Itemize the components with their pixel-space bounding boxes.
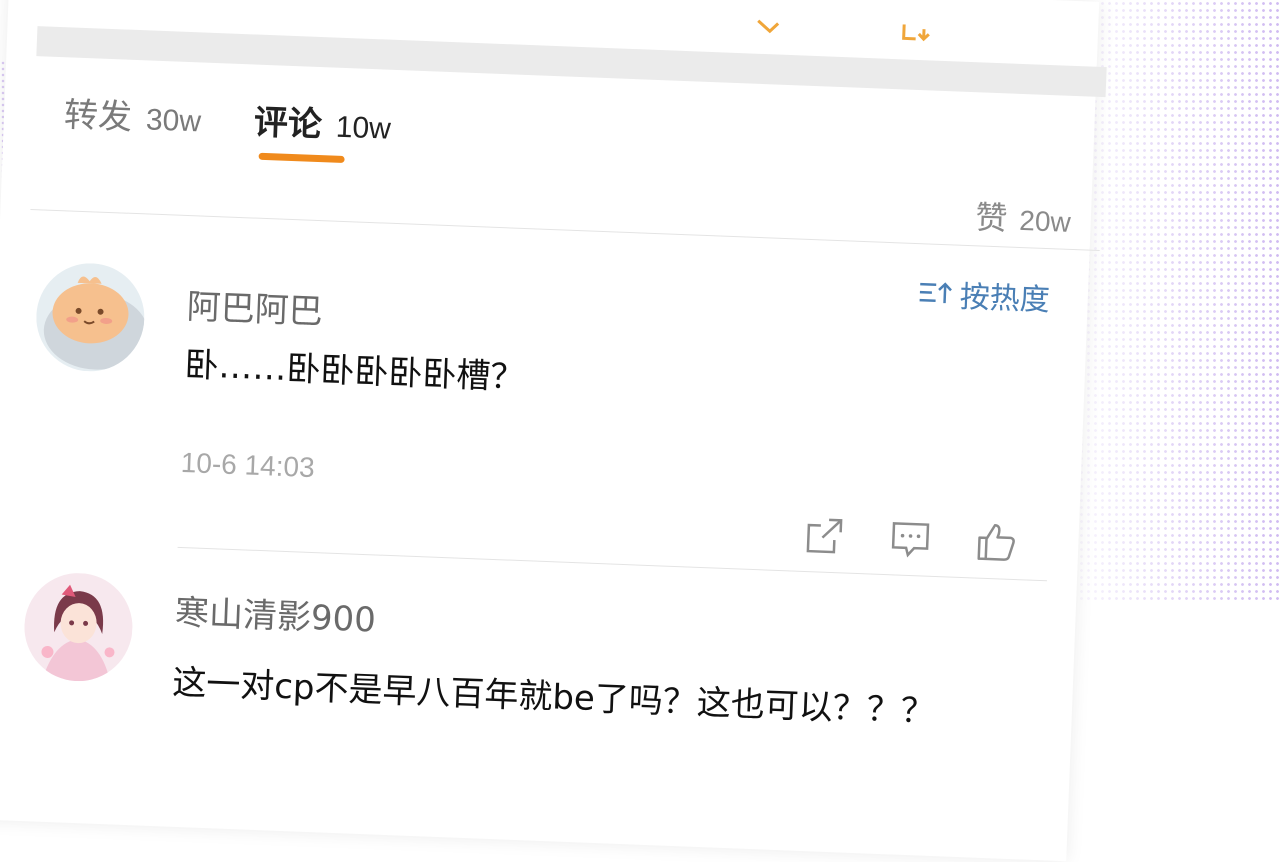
share-icon[interactable] (802, 513, 848, 559)
comment-icon[interactable] (888, 516, 934, 562)
comment-username[interactable]: 寒山清影900 (174, 585, 377, 642)
avatar[interactable] (22, 571, 135, 684)
comment-text: 这一对cp不是早八百年就be了吗？这也可以？？？ (171, 662, 936, 733)
tab-repost[interactable]: 转发 30w (63, 87, 202, 141)
likes-count: 20w (1018, 204, 1072, 238)
tab-repost-label: 转发 (63, 95, 133, 138)
avatar[interactable] (34, 261, 147, 374)
like-icon[interactable] (974, 519, 1020, 565)
tab-comments[interactable]: 评论 10w (253, 95, 392, 149)
top-toolbar-icons (748, 18, 989, 47)
comment-username[interactable]: 阿巴阿巴 (186, 279, 324, 333)
toolbar-icon-partial[interactable] (748, 18, 789, 38)
tab-bar: 转发 30w 评论 10w (63, 87, 1065, 185)
tab-comments-count: 10w (335, 110, 392, 146)
comment-text: 卧……卧卧卧卧卧槽？ (183, 345, 526, 399)
comment-actions (802, 513, 1020, 565)
tab-repost-count: 30w (145, 103, 202, 139)
tab-divider (30, 208, 1100, 252)
comment-item: 阿巴阿巴 卧……卧卧卧卧卧槽？ 10-6 14:03 (28, 261, 1078, 582)
avatar-image (22, 571, 135, 684)
comment-timestamp: 10-6 14:03 (180, 446, 316, 484)
toolbar-icon-partial-2[interactable] (898, 24, 939, 44)
active-tab-indicator (258, 152, 345, 163)
tab-likes[interactable]: 赞 20w (975, 192, 1072, 242)
comment-item: 寒山清影900 这一对cp不是早八百年就be了吗？这也可以？？？ (19, 571, 1066, 811)
likes-label: 赞 (974, 198, 1009, 238)
avatar-image (34, 261, 147, 374)
weibo-screenshot-card: 转发 30w 评论 10w 赞 20w 按热度 阿巴阿巴 卧……卧卧卧卧卧槽？ … (0, 0, 1107, 862)
tab-comments-label: 评论 (253, 102, 323, 146)
